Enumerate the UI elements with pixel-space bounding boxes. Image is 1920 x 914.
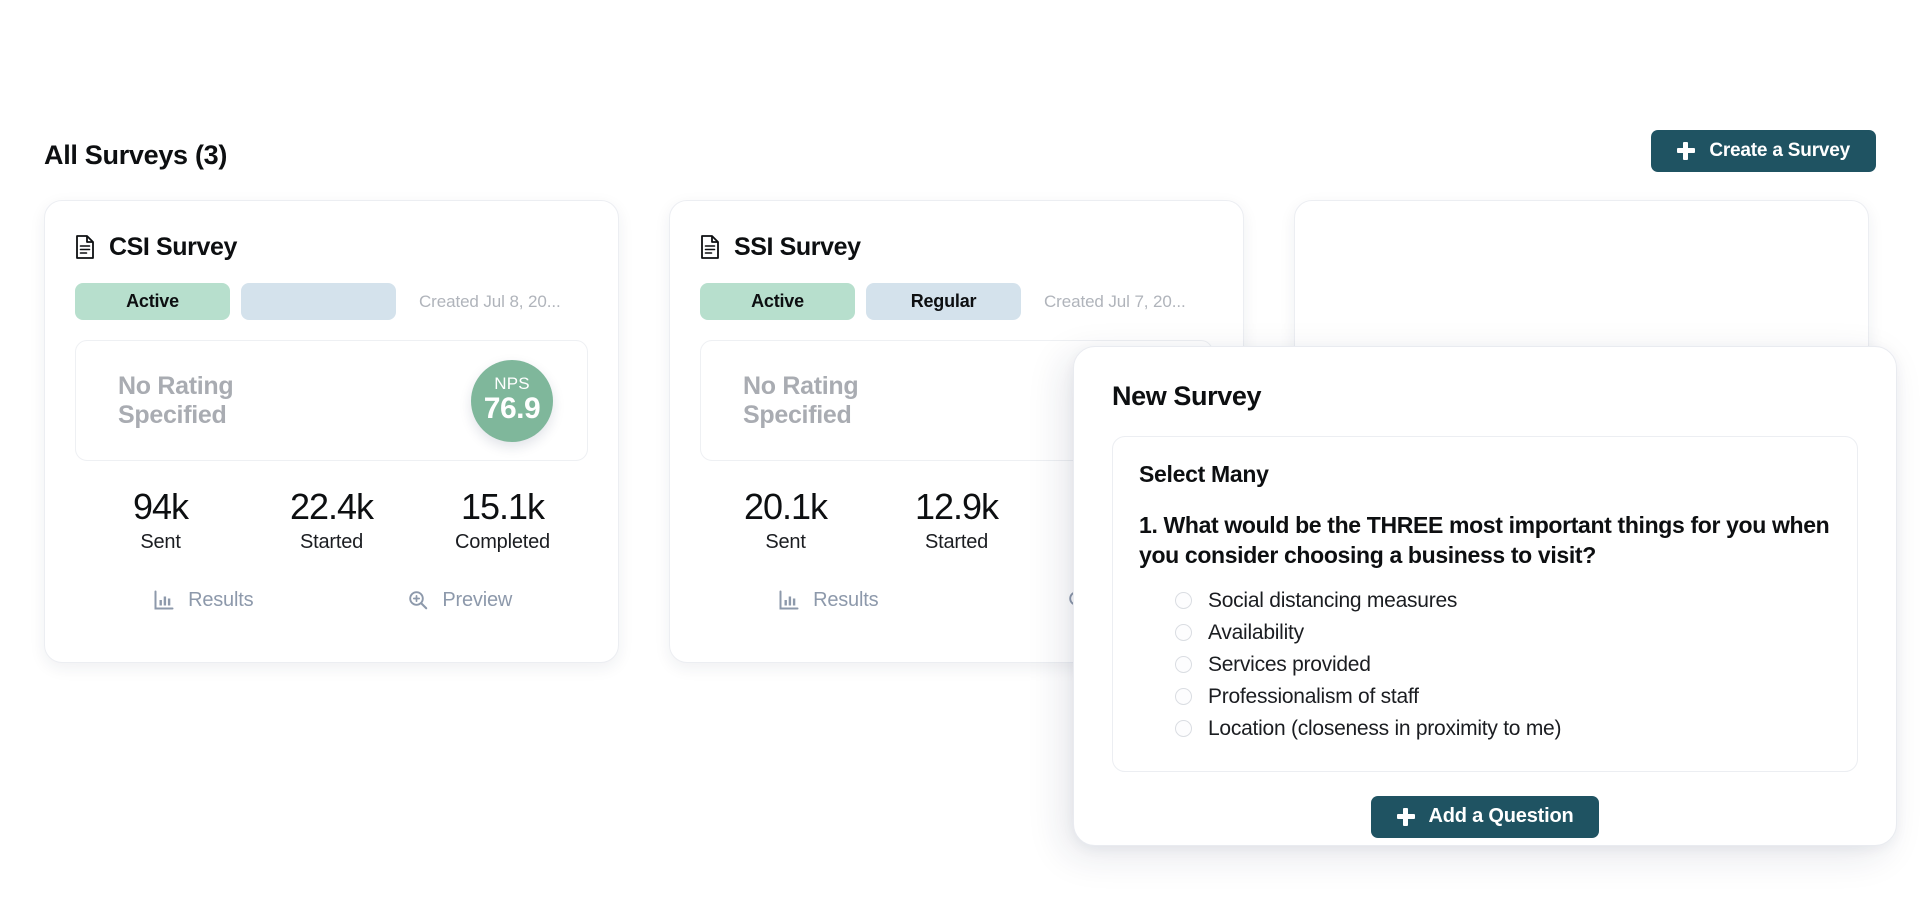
- survey-card-csi[interactable]: CSI Survey Active Created Jul 8, 20... N…: [44, 200, 619, 663]
- page-title: All Surveys (3): [44, 140, 227, 171]
- no-rating-line1: No Rating: [743, 372, 858, 400]
- bar-chart-icon: [778, 589, 800, 611]
- stat-label: Started: [871, 531, 1042, 554]
- add-question-button[interactable]: Add a Question: [1371, 796, 1600, 838]
- card-title-row: CSI Survey: [75, 229, 588, 265]
- add-question-label: Add a Question: [1429, 805, 1574, 828]
- app-root: All Surveys (3) Create a Survey CSI Surv…: [0, 0, 1920, 914]
- option-label: Location (closeness in proximity to me): [1208, 717, 1561, 741]
- stat-value: 15.1k: [417, 487, 588, 527]
- plus-icon: [1677, 142, 1695, 160]
- preview-label: Preview: [442, 589, 512, 612]
- document-icon: [75, 235, 95, 259]
- stat-sent: 20.1k Sent: [700, 487, 871, 569]
- question-type-label: Select Many: [1139, 461, 1831, 488]
- question-card[interactable]: Select Many 1. What would be the THREE m…: [1112, 436, 1858, 772]
- page-header: All Surveys (3) Create a Survey: [44, 130, 1876, 190]
- type-badge[interactable]: [241, 283, 396, 320]
- nps-badge: NPS 76.9: [471, 360, 553, 442]
- option-label: Professionalism of staff: [1208, 685, 1419, 709]
- magnifier-plus-icon: [407, 589, 429, 611]
- stat-started: 12.9k Started: [871, 487, 1042, 569]
- card-title: CSI Survey: [109, 233, 237, 262]
- stat-sent: 94k Sent: [75, 487, 246, 569]
- stat-started: 22.4k Started: [246, 487, 417, 569]
- option-item[interactable]: Location (closeness in proximity to me): [1175, 713, 1831, 745]
- preview-button[interactable]: Preview: [332, 589, 589, 612]
- radio-icon[interactable]: [1175, 592, 1192, 609]
- radio-icon[interactable]: [1175, 656, 1192, 673]
- card-badge-row: Active Regular Created Jul 7, 20...: [700, 283, 1213, 320]
- modal-title: New Survey: [1112, 381, 1858, 412]
- create-survey-label: Create a Survey: [1709, 140, 1850, 162]
- stat-label: Sent: [75, 531, 246, 554]
- modal-footer: Add a Question: [1112, 796, 1858, 838]
- results-label: Results: [813, 589, 878, 612]
- no-rating-line2: Specified: [118, 401, 226, 429]
- card-actions-row: Results Preview: [75, 577, 588, 623]
- radio-icon[interactable]: [1175, 688, 1192, 705]
- card-badge-row: Active Created Jul 8, 20...: [75, 283, 588, 320]
- option-label: Social distancing measures: [1208, 589, 1457, 613]
- nps-value: 76.9: [484, 392, 540, 426]
- bar-chart-icon: [153, 589, 175, 611]
- stat-value: 20.1k: [700, 487, 871, 527]
- results-label: Results: [188, 589, 253, 612]
- stat-value: 94k: [75, 487, 246, 527]
- status-badge[interactable]: Active: [700, 283, 855, 320]
- option-label: Availability: [1208, 621, 1304, 645]
- rating-box: No Rating Specified NPS 76.9: [75, 340, 588, 461]
- option-item[interactable]: Professionalism of staff: [1175, 681, 1831, 713]
- results-button[interactable]: Results: [75, 589, 332, 612]
- no-rating-text: No Rating Specified: [743, 372, 858, 429]
- created-date: Created Jul 7, 20...: [1044, 292, 1186, 312]
- create-survey-button[interactable]: Create a Survey: [1651, 130, 1876, 172]
- option-item[interactable]: Services provided: [1175, 649, 1831, 681]
- no-rating-text: No Rating Specified: [118, 372, 233, 429]
- created-date: Created Jul 8, 20...: [419, 292, 561, 312]
- no-rating-line2: Specified: [743, 401, 851, 429]
- card-title: SSI Survey: [734, 233, 861, 262]
- stats-row: 94k Sent 22.4k Started 15.1k Completed: [75, 487, 588, 569]
- radio-icon[interactable]: [1175, 720, 1192, 737]
- plus-icon: [1397, 808, 1415, 826]
- question-options-list: Social distancing measures Availability …: [1139, 585, 1831, 745]
- stat-completed: 15.1k Completed: [417, 487, 588, 569]
- stat-value: 22.4k: [246, 487, 417, 527]
- stat-label: Sent: [700, 531, 871, 554]
- type-badge[interactable]: Regular: [866, 283, 1021, 320]
- stat-value: 12.9k: [871, 487, 1042, 527]
- stat-label: Completed: [417, 531, 588, 554]
- radio-icon[interactable]: [1175, 624, 1192, 641]
- card-title-row: SSI Survey: [700, 229, 1213, 265]
- results-button[interactable]: Results: [700, 589, 957, 612]
- document-icon: [700, 235, 720, 259]
- question-text: 1. What would be the THREE most importan…: [1139, 510, 1831, 571]
- status-badge[interactable]: Active: [75, 283, 230, 320]
- nps-label: NPS: [494, 375, 530, 392]
- stat-label: Started: [246, 531, 417, 554]
- new-survey-modal: New Survey Select Many 1. What would be …: [1073, 346, 1897, 846]
- option-label: Services provided: [1208, 653, 1371, 677]
- no-rating-line1: No Rating: [118, 372, 233, 400]
- option-item[interactable]: Availability: [1175, 617, 1831, 649]
- option-item[interactable]: Social distancing measures: [1175, 585, 1831, 617]
